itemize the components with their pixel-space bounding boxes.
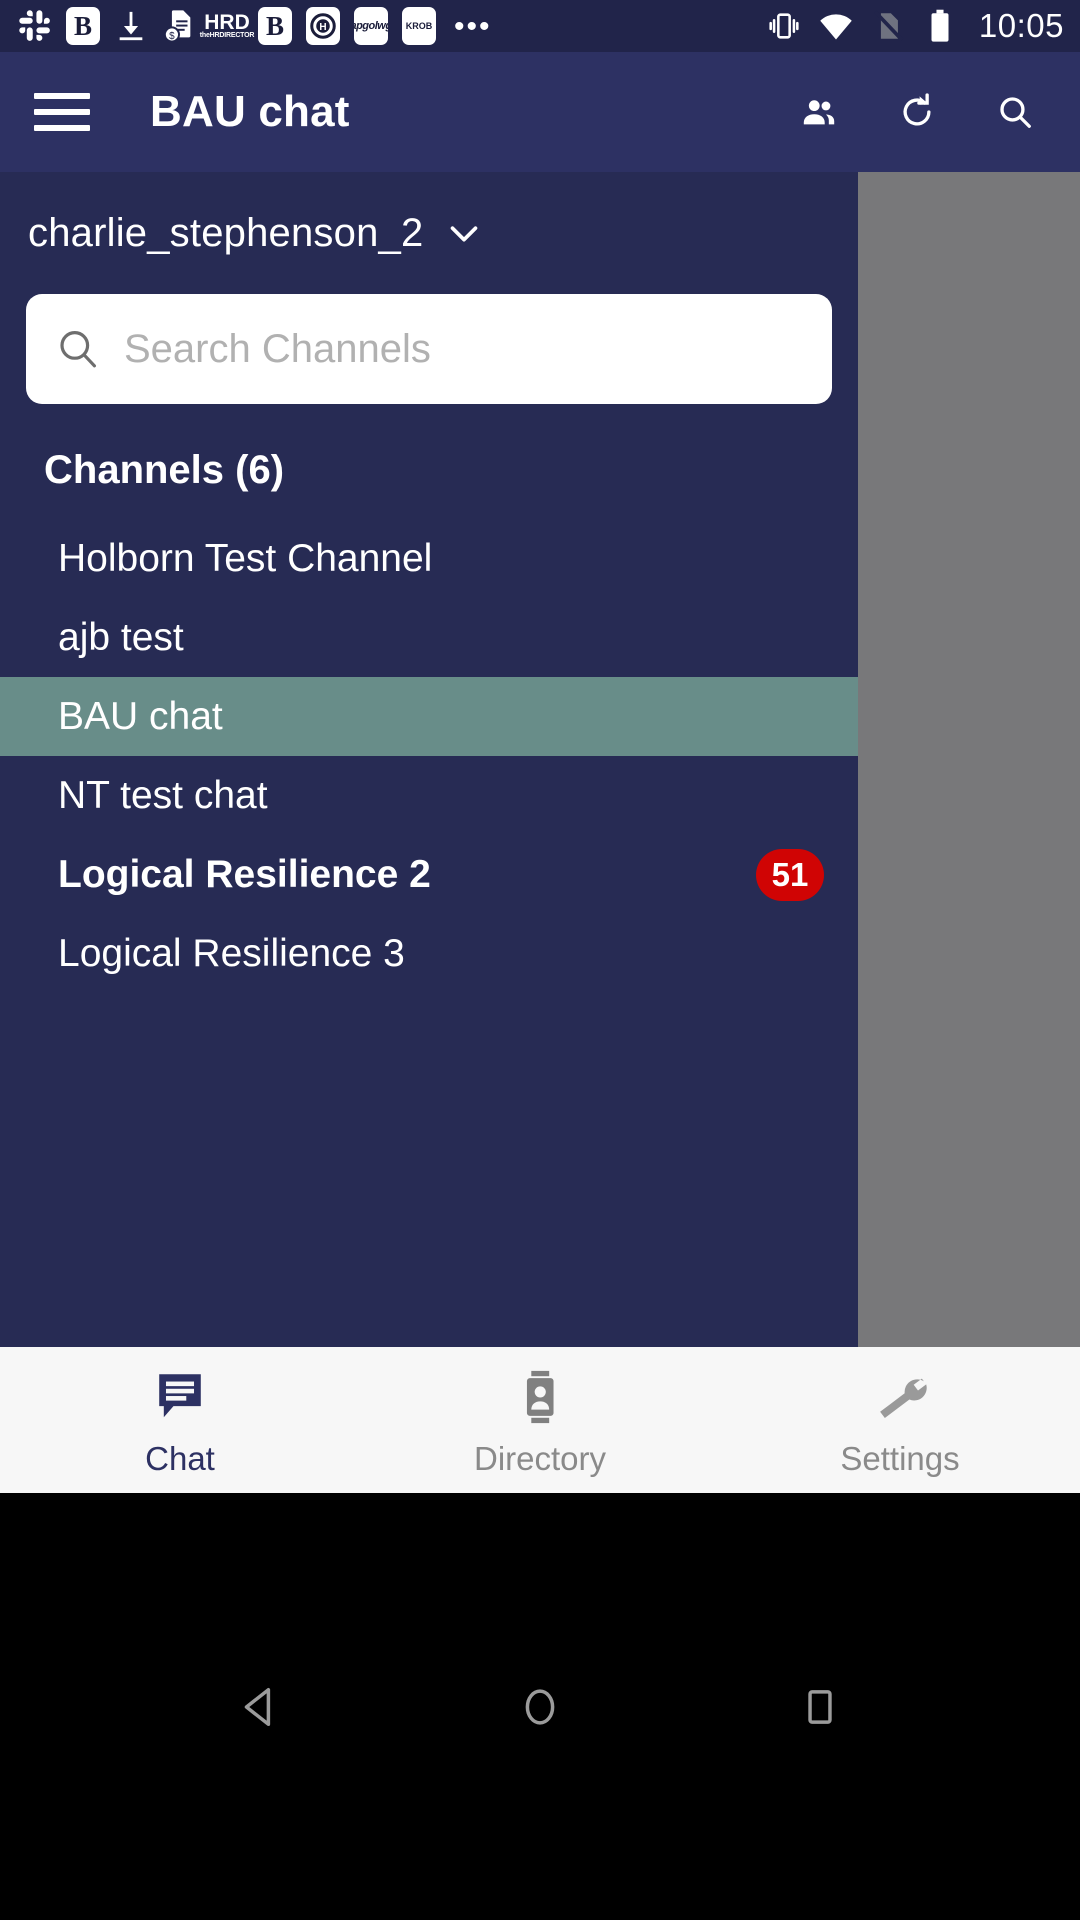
channel-list-item[interactable]: NT test chat xyxy=(0,756,858,835)
account-name: charlie_stephenson_2 xyxy=(28,210,424,255)
channel-name: BAU chat xyxy=(58,694,223,738)
search-placeholder: Search Channels xyxy=(124,326,431,371)
tab-directory-label: Directory xyxy=(473,1440,607,1477)
svg-text:H: H xyxy=(319,22,326,33)
channel-list: Holborn Test Channel ajb test BAU chat N… xyxy=(0,519,858,993)
content-scrim[interactable] xyxy=(858,172,1080,1347)
tab-chat-label: Chat xyxy=(145,1440,215,1477)
svg-text:$: $ xyxy=(169,31,175,42)
channel-list-item[interactable]: ajb test xyxy=(0,598,858,677)
back-triangle-icon[interactable] xyxy=(200,1679,320,1735)
battery-icon xyxy=(921,7,959,45)
android-nav-bar xyxy=(0,1493,1080,1920)
search-channels-container: Search Channels xyxy=(0,256,858,404)
channel-list-item[interactable]: Logical Resilience 2 51 xyxy=(0,835,858,914)
channel-list-item[interactable]: Logical Resilience 3 xyxy=(0,914,858,993)
app-b2-icon: B xyxy=(256,7,294,45)
chevron-down-icon xyxy=(441,210,487,256)
refresh-icon[interactable] xyxy=(898,93,936,131)
account-switcher[interactable]: charlie_stephenson_2 xyxy=(0,172,858,256)
tab-settings[interactable]: Settings xyxy=(720,1362,1080,1478)
home-circle-icon[interactable] xyxy=(480,1679,600,1735)
people-icon[interactable] xyxy=(800,93,838,131)
channel-name: Logical Resilience 2 xyxy=(58,852,431,896)
channel-name: ajb test xyxy=(58,615,184,659)
app-bar: BAU chat xyxy=(0,52,1080,172)
chat-bubble-icon xyxy=(151,1368,209,1426)
status-overflow-icon: ••• xyxy=(454,9,492,43)
channel-name: Logical Resilience 3 xyxy=(58,931,405,975)
recents-square-icon[interactable] xyxy=(760,1681,880,1733)
search-input[interactable]: Search Channels xyxy=(26,294,832,404)
unread-badge: 51 xyxy=(756,848,824,901)
vibrate-icon xyxy=(765,7,803,45)
channel-list-item[interactable]: Holborn Test Channel xyxy=(0,519,858,598)
contact-card-icon xyxy=(511,1368,569,1426)
app-b-icon: B xyxy=(64,7,102,45)
holborn-h-icon: H xyxy=(304,7,342,45)
slack-icon xyxy=(16,7,54,45)
channels-section-header: Channels (6) xyxy=(44,448,285,492)
search-icon[interactable] xyxy=(996,93,1034,131)
status-bar-clock: 10:05 xyxy=(978,7,1064,44)
search-field-icon xyxy=(54,325,102,373)
page-title: BAU chat xyxy=(150,87,350,136)
wrench-icon xyxy=(871,1368,929,1426)
tab-chat[interactable]: Chat xyxy=(0,1362,360,1478)
download-icon xyxy=(112,7,150,45)
status-bar: B $ HRD theHRDIRECTOR B H pgolw KROB •••… xyxy=(0,0,1080,52)
status-bar-notifications: B $ HRD theHRDIRECTOR B H pgolw KROB ••• xyxy=(16,7,765,45)
invoice-icon: $ xyxy=(160,7,198,45)
hrd-icon: HRD theHRDIRECTOR xyxy=(199,10,255,39)
tab-settings-label: Settings xyxy=(840,1440,960,1477)
phone-screen: B $ HRD theHRDIRECTOR B H pgolw KROB •••… xyxy=(0,0,1080,1920)
channel-name: NT test chat xyxy=(58,773,268,817)
channel-list-item-selected[interactable]: BAU chat xyxy=(0,677,858,756)
channel-name: Holborn Test Channel xyxy=(58,536,433,580)
app-bar-actions xyxy=(800,93,1034,131)
status-bar-system: 10:05 xyxy=(765,7,1064,45)
tab-directory[interactable]: Directory xyxy=(360,1362,720,1478)
navigation-drawer: charlie_stephenson_2 Search Channels Cha… xyxy=(0,172,858,1347)
krob-icon: KROB xyxy=(400,7,438,45)
hamburger-menu-icon[interactable] xyxy=(34,93,90,131)
apgolwg-icon: apgolwg xyxy=(352,7,390,45)
wifi-icon xyxy=(817,7,855,45)
bottom-tab-bar: Chat Directory Settings xyxy=(0,1347,1080,1493)
no-sim-icon xyxy=(869,7,907,45)
